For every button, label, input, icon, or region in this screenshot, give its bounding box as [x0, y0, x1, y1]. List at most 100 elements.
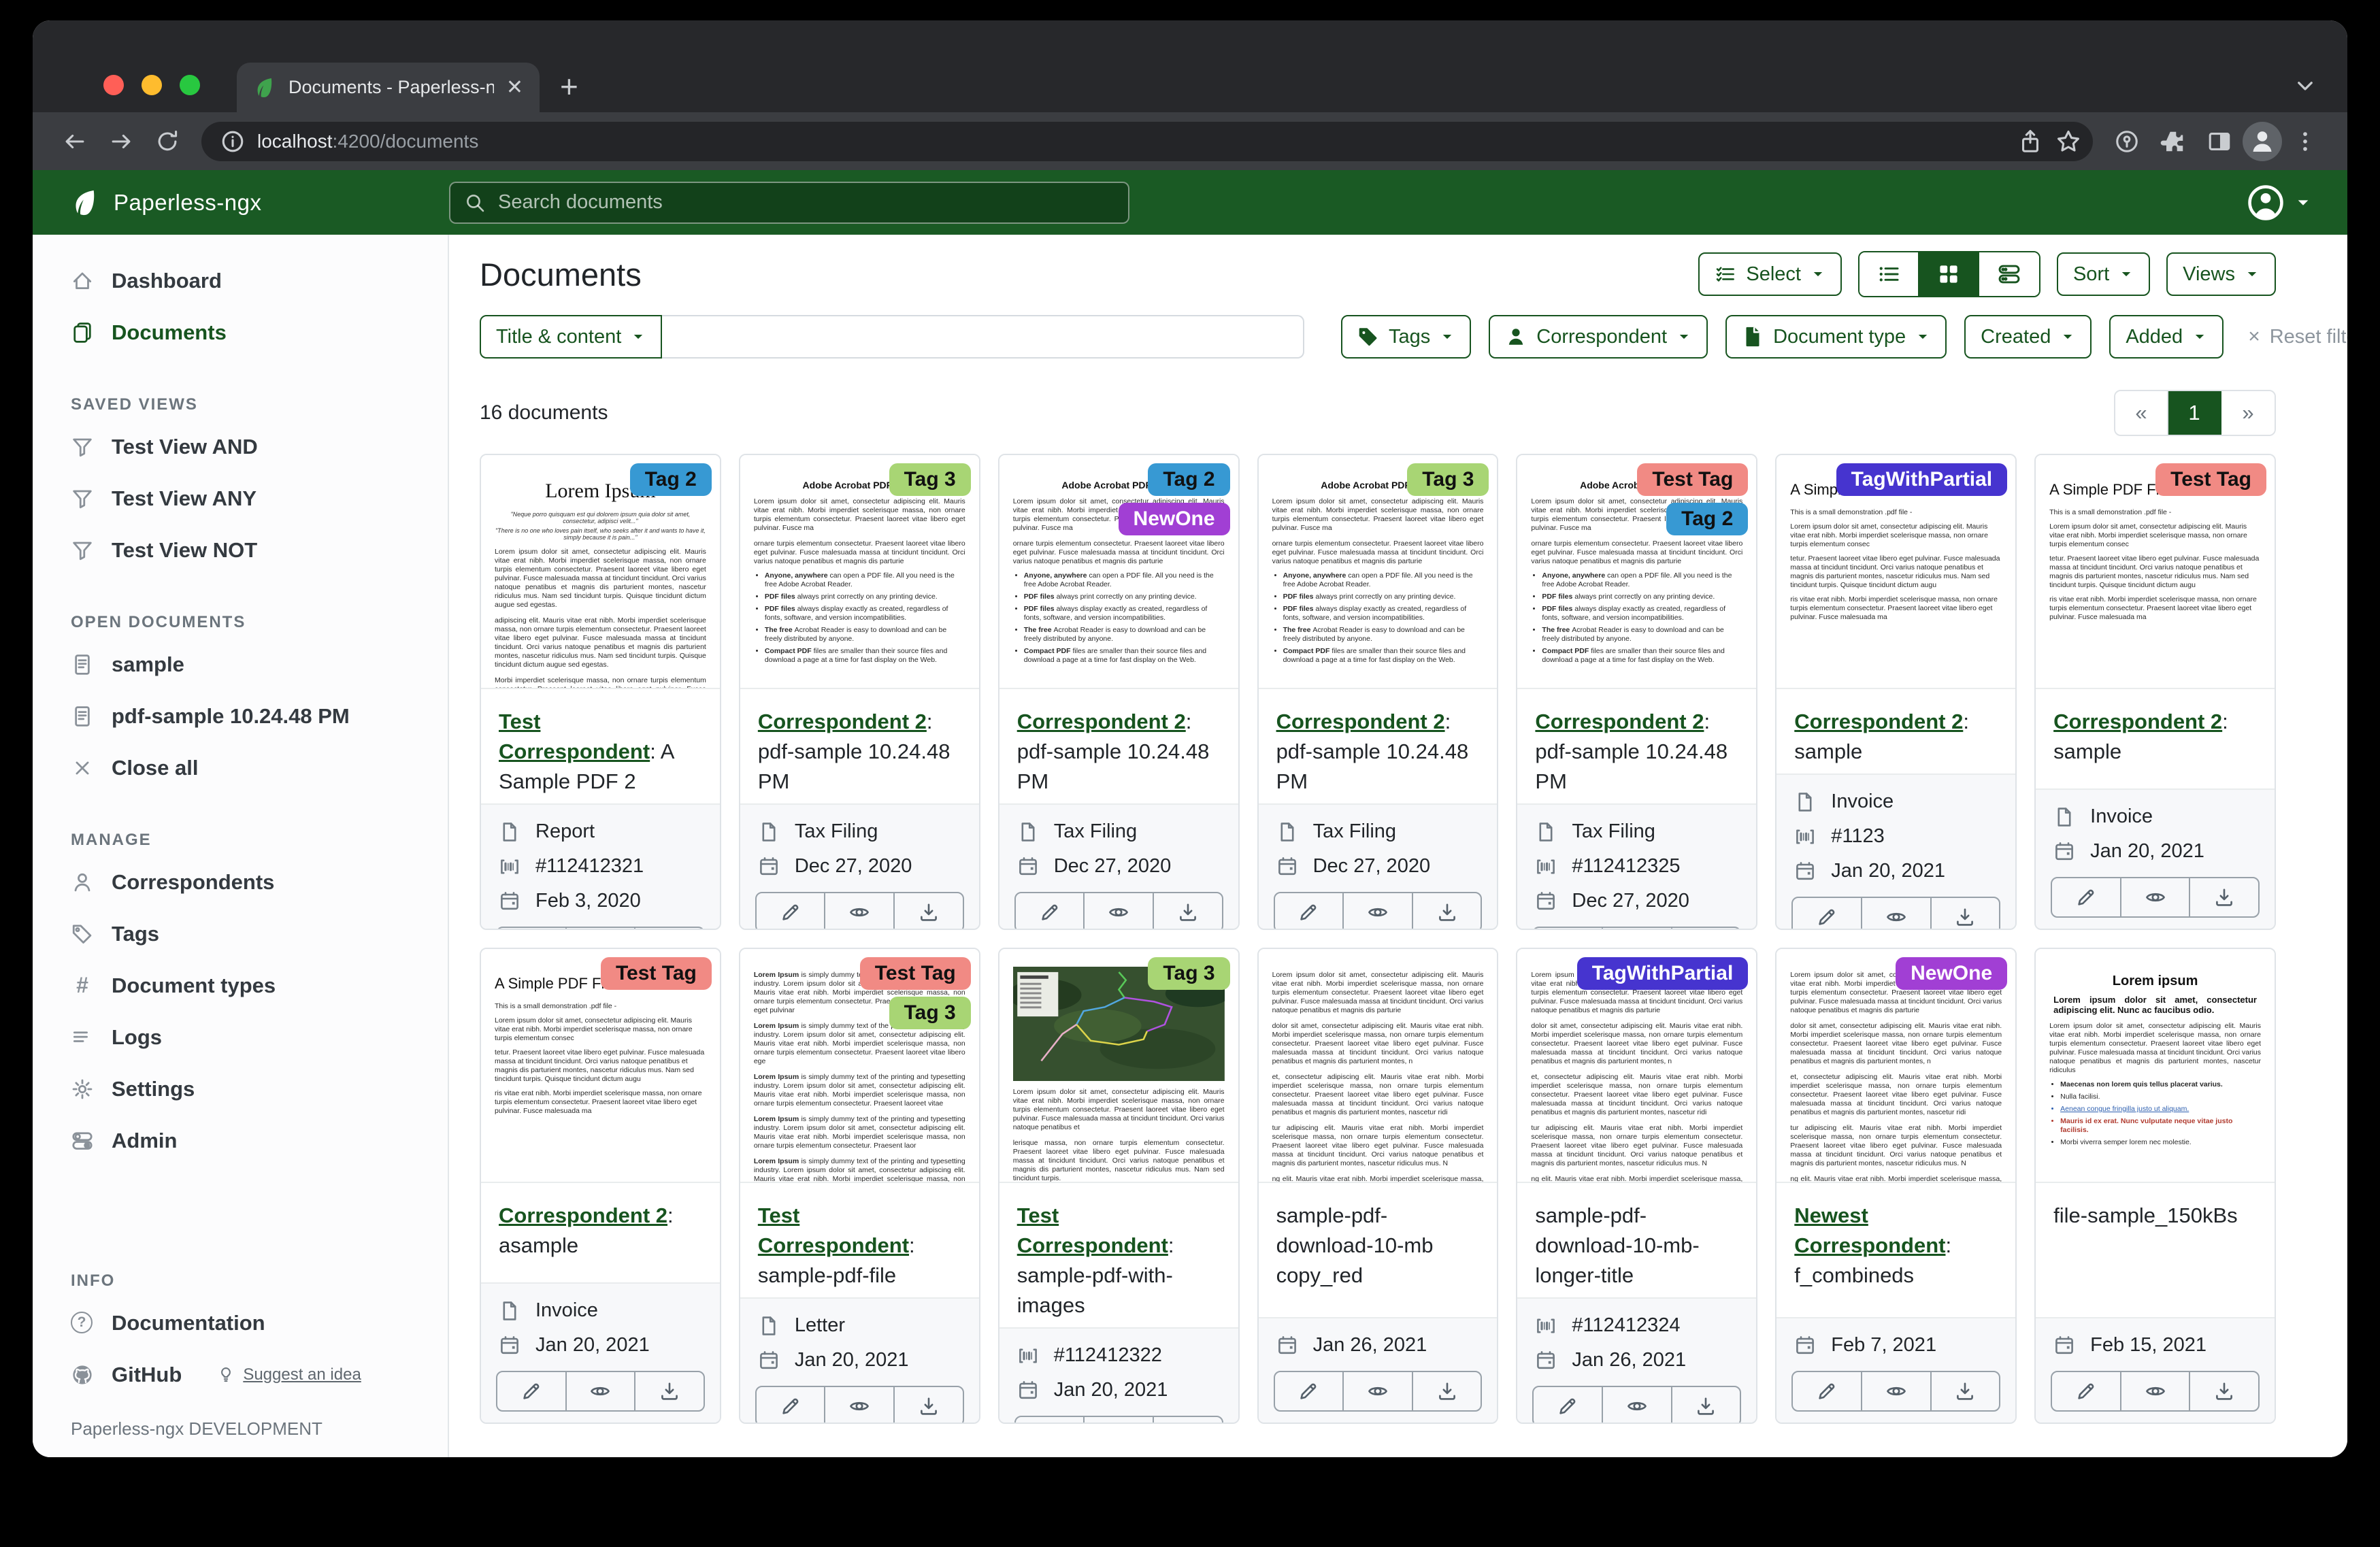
edit-document-button[interactable] — [1534, 928, 1603, 930]
close-tab-icon[interactable]: ✕ — [506, 78, 523, 98]
global-search[interactable] — [449, 182, 1129, 224]
document-thumbnail[interactable]: A Simple PDF FileThis is a small demonst… — [481, 949, 720, 1183]
edit-document-button[interactable] — [757, 893, 826, 930]
preview-document-button[interactable] — [1603, 928, 1672, 930]
edit-document-button[interactable] — [1016, 1417, 1085, 1424]
document-thumbnail[interactable]: Lorem Ipsum"Neque porro quisquam est qui… — [481, 455, 720, 689]
edit-document-button[interactable] — [757, 1387, 826, 1424]
tag-badge-tag-2[interactable]: Tag 2 — [630, 463, 712, 496]
correspondent-link[interactable]: Test Correspondent — [1017, 1203, 1168, 1257]
sidebar-item-tags[interactable]: Tags — [33, 908, 448, 960]
download-document-button[interactable] — [895, 1387, 963, 1424]
document-thumbnail[interactable]: Lorem Ipsum is simply dummy text of the … — [740, 949, 979, 1183]
download-document-button[interactable] — [1932, 1372, 2000, 1410]
correspondent-link[interactable]: Test Correspondent — [499, 710, 650, 763]
document-thumbnail[interactable]: Adobe Acrobat PDF FilesLorem ipsum dolor… — [1517, 455, 1756, 689]
correspondent-link[interactable]: Correspondent 2 — [1017, 710, 1186, 733]
password-manager-icon[interactable] — [2109, 124, 2145, 159]
tag-badge-newone[interactable]: NewOne — [1119, 503, 1230, 535]
download-document-button[interactable] — [2190, 1372, 2258, 1410]
document-title[interactable]: sample-pdf-download-10-mb-longer-title — [1517, 1183, 1756, 1297]
preview-document-button[interactable] — [2121, 878, 2191, 916]
sidebar-item-test-view-and[interactable]: Test View AND — [33, 421, 448, 473]
correspondent-link[interactable]: Correspondent 2 — [1794, 710, 1963, 733]
download-document-button[interactable] — [2190, 878, 2258, 916]
filter-correspondent-button[interactable]: Correspondent — [1489, 315, 1708, 359]
download-document-button[interactable] — [1932, 898, 2000, 930]
correspondent-link[interactable]: Correspondent 2 — [1535, 710, 1704, 733]
edit-document-button[interactable] — [497, 928, 567, 930]
document-thumbnail[interactable]: Lorem ipsum dolor sit amet, consectetur … — [1776, 949, 2015, 1183]
download-document-button[interactable] — [635, 1372, 704, 1410]
download-document-button[interactable] — [1154, 893, 1222, 930]
grid-view-button[interactable] — [1919, 252, 1979, 296]
tag-badge-tag-3[interactable]: Tag 3 — [889, 997, 971, 1029]
document-thumbnail[interactable]: Lorem ipsum dolor sit amet, consectetur … — [999, 949, 1238, 1183]
edit-document-button[interactable] — [1793, 1372, 1862, 1410]
tag-badge-tagwithpartial[interactable]: TagWithPartial — [1836, 463, 2008, 496]
document-title[interactable]: Test Correspondent: sample-pdf-with-imag… — [999, 1183, 1238, 1327]
sort-button[interactable]: Sort — [2057, 252, 2150, 296]
close-window-button[interactable] — [103, 75, 124, 95]
tab-overflow-chevron-icon[interactable] — [2292, 72, 2319, 99]
correspondent-link[interactable]: Correspondent 2 — [2053, 710, 2222, 733]
tag-badge-tagwithpartial[interactable]: TagWithPartial — [1577, 957, 1749, 990]
document-thumbnail[interactable]: Lorem ipsumLorem ipsum dolor sit amet, c… — [2036, 949, 2275, 1183]
bookmark-star-icon[interactable] — [2055, 124, 2082, 159]
document-title[interactable]: Test Correspondent: A Sample PDF 2 — [481, 689, 720, 803]
document-title[interactable]: Newest Correspondent: f_combineds — [1776, 1183, 2015, 1317]
sidebar-item-documentation[interactable]: ?Documentation — [33, 1297, 448, 1349]
document-title[interactable]: Correspondent 2: pdf-sample 10.24.48 PM — [740, 689, 979, 803]
search-input[interactable] — [498, 191, 1114, 214]
correspondent-link[interactable]: Correspondent 2 — [1276, 710, 1445, 733]
sidebar-item-dashboard[interactable]: Dashboard — [33, 255, 448, 307]
sidebar-item-correspondents[interactable]: Correspondents — [33, 856, 448, 908]
tag-badge-tag-3[interactable]: Tag 3 — [1148, 957, 1229, 990]
previous-page-button[interactable]: « — [2115, 391, 2168, 435]
back-icon[interactable] — [57, 124, 93, 159]
document-title[interactable]: Correspondent 2: sample — [1776, 689, 2015, 774]
address-bar[interactable]: localhost:4200/documents — [201, 122, 2093, 161]
document-thumbnail[interactable]: Adobe Acrobat PDF FilesLorem ipsum dolor… — [1259, 455, 1498, 689]
preview-document-button[interactable] — [1862, 1372, 1932, 1410]
tag-badge-tag-3[interactable]: Tag 3 — [1407, 463, 1489, 496]
document-title[interactable]: Correspondent 2: asample — [481, 1183, 720, 1282]
list-view-button[interactable] — [1860, 252, 1919, 296]
preview-document-button[interactable] — [1603, 1387, 1672, 1424]
document-title[interactable]: Correspondent 2: sample — [2036, 689, 2275, 788]
sidebar-item-logs[interactable]: Logs — [33, 1012, 448, 1063]
sidebar-item-admin[interactable]: Admin — [33, 1115, 448, 1167]
reset-filters-button[interactable]: × Reset filters — [2248, 315, 2347, 359]
document-thumbnail[interactable]: Lorem ipsum dolor sit amet, consectetur … — [1517, 949, 1756, 1183]
sidebar-item-test-view-any[interactable]: Test View ANY — [33, 473, 448, 525]
document-thumbnail[interactable]: A Simple PDF FileThis is a small demonst… — [2036, 455, 2275, 689]
sidebar-item-documents[interactable]: Documents — [33, 307, 448, 359]
filter-field-dropdown[interactable]: Title & content — [480, 315, 662, 359]
suggest-an-idea-link[interactable]: Suggest an idea — [217, 1365, 361, 1384]
sidebar-item-close-all[interactable]: Close all — [33, 742, 448, 794]
site-info-icon[interactable] — [219, 124, 246, 159]
user-menu[interactable] — [2247, 184, 2347, 222]
tag-badge-test-tag[interactable]: Test Tag — [2155, 463, 2266, 496]
edit-document-button[interactable] — [2052, 1372, 2121, 1410]
side-panel-icon[interactable] — [2202, 124, 2237, 159]
correspondent-link[interactable]: Correspondent 2 — [499, 1203, 667, 1227]
correspondent-link[interactable]: Newest Correspondent — [1794, 1203, 1945, 1257]
filter-tags-button[interactable]: Tags — [1341, 315, 1471, 359]
window-controls[interactable] — [103, 75, 200, 95]
browser-tab[interactable]: Documents - Paperless-ngx ✕ — [237, 63, 540, 112]
preview-document-button[interactable] — [2121, 1372, 2191, 1410]
browser-menu-kebab-icon[interactable] — [2287, 124, 2323, 159]
extensions-puzzle-icon[interactable] — [2155, 124, 2191, 159]
maximize-window-button[interactable] — [180, 75, 200, 95]
document-thumbnail[interactable]: Lorem ipsum dolor sit amet, consectetur … — [1259, 949, 1498, 1183]
preview-document-button[interactable] — [825, 1387, 895, 1424]
document-title[interactable]: sample-pdf-download-10-mb copy_red — [1259, 1183, 1498, 1317]
sidebar-item-test-view-not[interactable]: Test View NOT — [33, 525, 448, 576]
download-document-button[interactable] — [635, 928, 704, 930]
filter-text-input[interactable] — [662, 315, 1304, 359]
browser-profile-avatar[interactable] — [2243, 122, 2282, 161]
tag-badge-test-tag[interactable]: Test Tag — [860, 957, 971, 990]
download-document-button[interactable] — [895, 893, 963, 930]
correspondent-link[interactable]: Test Correspondent — [758, 1203, 909, 1257]
